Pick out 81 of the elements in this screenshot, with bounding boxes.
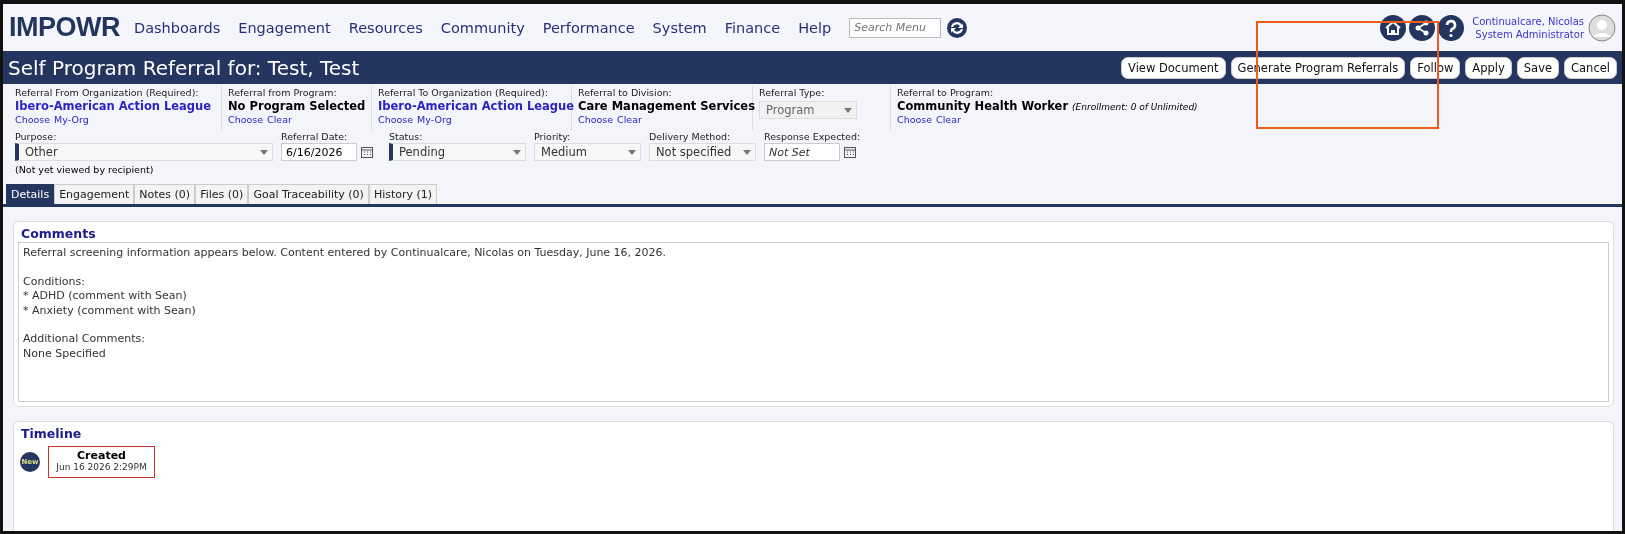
action-link[interactable]: Choose [897,114,933,126]
field-label: Purpose: [15,130,58,143]
toolbar-button[interactable]: Save [1516,56,1560,79]
field-label: Referral from Program: [228,86,338,99]
dropdown[interactable]: Not specified [649,143,756,161]
action-link[interactable]: Clear [936,114,961,126]
action-link[interactable]: My-Org [54,114,89,126]
tab[interactable]: Notes (0) [134,184,196,204]
organization-link[interactable]: Ibero-American Action League [378,99,575,114]
nav-link[interactable]: Help [798,19,832,36]
tab[interactable]: Goal Traceability (0) [248,184,369,204]
nav-link[interactable]: Finance [724,19,781,36]
field-label: Priority: [534,130,572,143]
comment-line: None Specified [23,346,107,362]
comment-line: * Anxiety (comment with Sean) [23,303,197,318]
home-icon[interactable] [1380,14,1407,41]
refresh-icon[interactable] [947,17,968,38]
date-field[interactable]: Not Set [764,143,840,161]
field-label: Delivery Method: [649,130,732,143]
field-label: Referral From Organization (Required): [15,86,200,99]
caret-icon [260,149,268,155]
action-link[interactable]: My-Org [417,114,452,126]
event-time: Jun 16 2026 2:29PM [56,462,147,472]
calendar-icon[interactable] [361,146,373,158]
action-link[interactable]: Choose [15,114,51,126]
comment-line: Referral screening information appears below. Content entered by Continualcare, Nicolas on Tuesday, June 16, 2026. [23,246,668,261]
avatar-icon[interactable] [1588,13,1616,42]
page-title: Self Program Referral for: Test, Test [8,55,361,80]
logo: IMPOWR [9,12,120,43]
comment-line: Additional Comments: [23,332,147,347]
field-value: No Program Selected [228,99,366,114]
view-status: (Not yet viewed by recipient) [15,164,155,175]
field-label: Referral To Organization (Required): [378,86,549,99]
tab[interactable]: Engagement [54,184,135,204]
action-link[interactable]: Choose [228,114,264,126]
share-icon[interactable] [1409,14,1436,41]
dropdown[interactable]: Medium [534,143,641,161]
action-link[interactable]: Choose [578,114,614,126]
field-label: Referral Type: [759,86,826,99]
field-value: Care Management Services [578,99,755,114]
tab[interactable]: Details [6,184,55,204]
date-field[interactable]: 6/16/2026 [281,143,357,161]
caret-icon [844,107,852,113]
comment-line: Conditions: [23,274,86,290]
action-link[interactable]: Clear [617,114,642,126]
calendar-icon[interactable] [844,146,856,158]
nav-link[interactable]: Resources [348,19,423,36]
action-link[interactable]: Choose [378,114,414,126]
toolbar-button[interactable]: View Document [1121,56,1226,79]
tab[interactable]: History (1) [368,184,438,204]
section-title: Comments [21,226,97,242]
toolbar-button[interactable]: Apply [1465,56,1512,79]
help-icon[interactable] [1438,14,1465,41]
caret-icon [743,149,751,155]
field-label: Status: [389,130,424,143]
tab[interactable]: Files (0) [195,184,249,204]
field-label: Referral to Division: [578,86,673,99]
organization-link[interactable]: Ibero-American Action League [15,99,212,114]
nav-link[interactable]: Community [440,19,525,36]
event-card[interactable]: Created Jun 16 2026 2:29PM [48,446,155,478]
nav-link[interactable]: Engagement [238,19,331,36]
field-label: Referral Date: [281,130,349,143]
search-field[interactable]: Search Menu [849,17,942,38]
section-title: Timeline [21,426,83,442]
dropdown[interactable]: Pending [389,143,526,161]
action-link[interactable]: Clear [267,114,292,126]
nav-link[interactable]: Dashboards [134,19,221,36]
field-value: Community Health Worker [897,99,1069,114]
caret-icon [513,149,521,155]
toolbar-button[interactable]: Cancel [1564,56,1617,79]
user-name[interactable]: Continualcare, Nicolas [1472,14,1584,28]
user-role: System Administrator [1475,27,1584,41]
comment-line: * ADHD (comment with Sean) [23,289,188,304]
field-label: Response Expected: [764,130,862,143]
enrollment-note: (Enrollment: 0 of Unlimited) [1072,102,1198,112]
nav-link[interactable]: Performance [542,19,635,36]
caret-icon [628,149,636,155]
dropdown[interactable]: Other [15,143,273,161]
event-title: Created [77,449,126,462]
nav-link[interactable]: System [652,19,707,36]
field-label: Referral to Program: [897,86,995,99]
